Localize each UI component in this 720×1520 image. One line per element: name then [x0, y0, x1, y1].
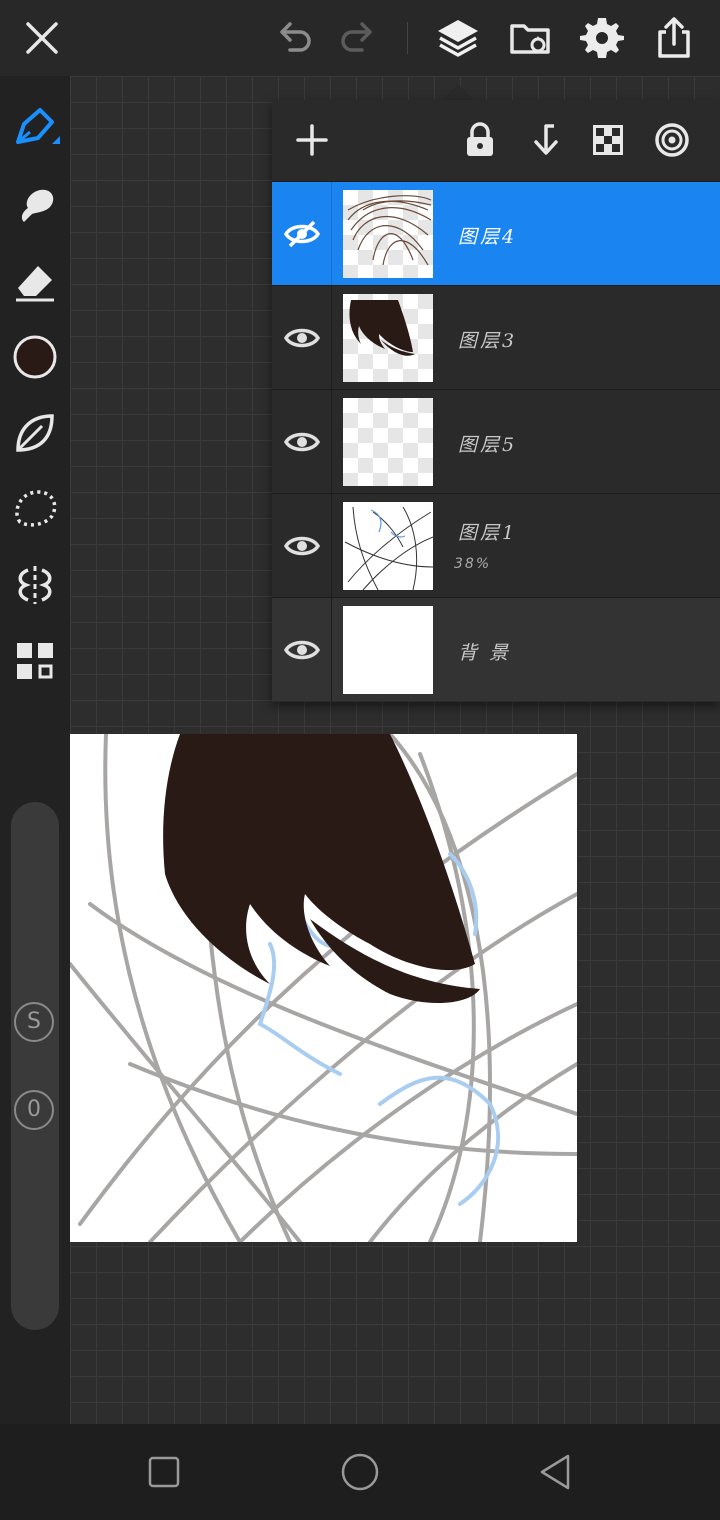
layer-name: 图层3 — [458, 330, 518, 352]
layer-name: 背 景 — [458, 642, 512, 664]
size-badge[interactable]: S — [14, 1002, 54, 1042]
visibility-toggle[interactable] — [272, 286, 332, 390]
recent-apps-icon[interactable] — [144, 1452, 184, 1492]
layer-name: 图层5 — [458, 434, 518, 456]
close-icon[interactable] — [18, 14, 66, 62]
layers-panel: 图层4 图层3 图层5 图层1 38% 背 景 — [272, 100, 720, 702]
blend-mode-icon[interactable] — [652, 120, 692, 160]
panel-caret — [442, 84, 474, 100]
layers-icon[interactable] — [434, 14, 482, 62]
tool-sidebar: S 0 — [0, 76, 70, 1424]
redo-icon[interactable] — [334, 14, 382, 62]
opacity-badge[interactable]: 0 — [14, 1090, 54, 1130]
eye-icon — [284, 220, 320, 248]
visibility-toggle[interactable] — [272, 182, 332, 286]
smudge-icon[interactable] — [10, 180, 60, 230]
leaf-brush-icon[interactable] — [10, 408, 60, 458]
grid-menu-icon[interactable] — [10, 636, 60, 686]
share-icon[interactable] — [650, 14, 698, 62]
symmetry-icon[interactable] — [10, 560, 60, 610]
top-toolbar — [0, 0, 720, 76]
system-navbar — [0, 1424, 720, 1520]
undo-icon[interactable] — [270, 14, 318, 62]
layer-row[interactable]: 图层5 — [272, 389, 720, 494]
pen-icon[interactable] — [10, 102, 60, 152]
settings-icon[interactable] — [578, 14, 626, 62]
artwork-canvas[interactable] — [70, 734, 577, 1242]
layer-thumbnail — [343, 606, 433, 694]
layer-row[interactable]: 图层1 38% — [272, 493, 720, 598]
color-swatch[interactable] — [10, 332, 60, 382]
layer-thumbnail — [343, 190, 433, 278]
layers-toolbar — [272, 100, 720, 180]
layer-row[interactable]: 背 景 — [272, 597, 720, 702]
eye-icon — [284, 640, 320, 660]
eye-icon — [284, 536, 320, 556]
layer-thumbnail — [343, 502, 433, 590]
eraser-icon[interactable] — [10, 256, 60, 306]
brush-size-slider[interactable] — [11, 802, 59, 1330]
visibility-toggle[interactable] — [272, 494, 332, 598]
lock-icon[interactable] — [460, 120, 500, 160]
layer-name: 图层1 — [458, 522, 518, 544]
add-layer-icon[interactable] — [292, 120, 332, 160]
layer-name: 图层4 — [458, 226, 518, 248]
layer-row[interactable]: 图层4 — [272, 181, 720, 286]
eye-icon — [284, 328, 320, 348]
layer-opacity: 38% — [454, 556, 492, 572]
home-icon[interactable] — [340, 1452, 380, 1492]
import-icon[interactable] — [506, 14, 554, 62]
merge-down-icon[interactable] — [524, 120, 564, 160]
layer-row[interactable]: 图层3 — [272, 285, 720, 390]
layer-thumbnail — [343, 398, 433, 486]
transparency-icon[interactable] — [588, 120, 628, 160]
visibility-toggle[interactable] — [272, 390, 332, 494]
eye-icon — [284, 432, 320, 452]
lasso-icon[interactable] — [10, 484, 60, 534]
back-icon[interactable] — [536, 1452, 576, 1492]
toolbar-divider — [407, 22, 408, 54]
visibility-toggle[interactable] — [272, 598, 332, 702]
layer-thumbnail — [343, 294, 433, 382]
